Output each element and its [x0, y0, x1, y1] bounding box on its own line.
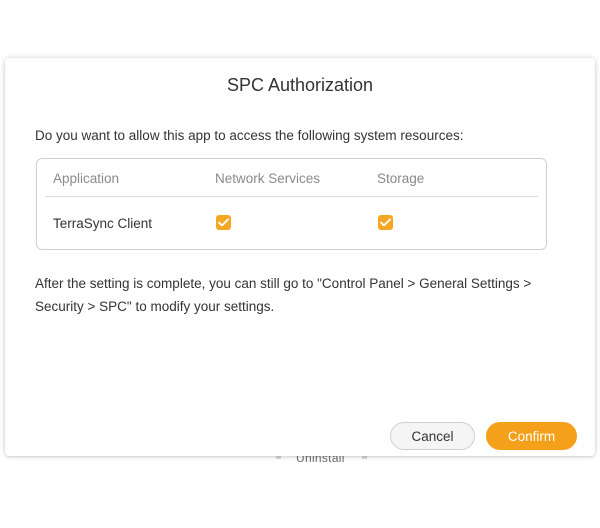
column-header-application: Application: [53, 171, 120, 186]
spc-authorization-dialog: SPC Authorization Do you want to allow t…: [5, 58, 595, 456]
column-header-storage: Storage: [377, 171, 425, 186]
background-fragment: [362, 456, 367, 459]
settings-note: After the setting is complete, you can s…: [35, 276, 532, 314]
table-header: Application Network Services Storage: [37, 159, 546, 197]
background-fragment: [276, 456, 281, 459]
background-uninstall-text: Uninstall: [296, 456, 345, 465]
cancel-button[interactable]: Cancel: [390, 422, 475, 450]
checkmark-icon: [380, 218, 391, 227]
column-header-network-services: Network Services: [215, 171, 321, 186]
header-divider: [45, 196, 538, 197]
storage-checkbox[interactable]: [378, 215, 393, 230]
checkmark-icon: [218, 218, 229, 227]
application-name-cell: TerraSync Client: [53, 216, 153, 231]
permission-question: Do you want to allow this app to access …: [35, 128, 464, 143]
screen: Uninstall SPC Authorization Do you want …: [0, 0, 600, 528]
confirm-button[interactable]: Confirm: [486, 422, 577, 450]
dialog-title: SPC Authorization: [226, 75, 374, 95]
network-services-checkbox[interactable]: [216, 215, 231, 230]
permissions-table: Application Network Services Storage Ter…: [36, 158, 547, 250]
